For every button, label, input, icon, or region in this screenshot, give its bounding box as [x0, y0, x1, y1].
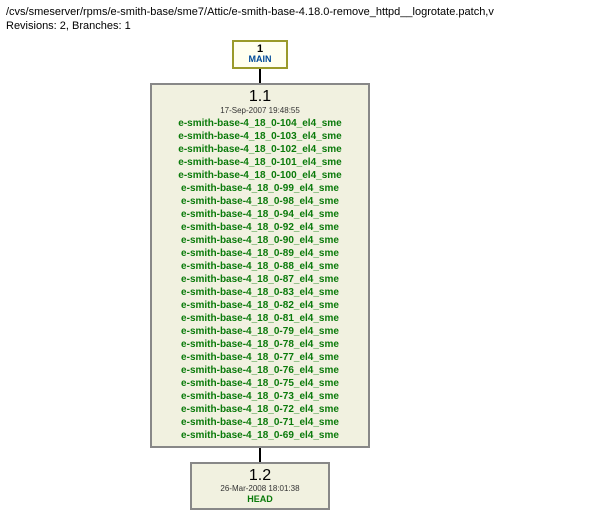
revision-tag: e-smith-base-4_18_0-102_el4_sme: [160, 143, 360, 156]
revision-1-2-head-label: HEAD: [200, 495, 320, 504]
header-path: /cvs/smeserver/rpms/e-smith-base/sme7/At…: [6, 6, 584, 18]
revision-tag: e-smith-base-4_18_0-94_el4_sme: [160, 208, 360, 221]
revision-1-1-box[interactable]: 1.1 17-Sep-2007 19:48:55 e-smith-base-4_…: [150, 83, 370, 448]
revision-tag: e-smith-base-4_18_0-75_el4_sme: [160, 377, 360, 390]
revision-tag: e-smith-base-4_18_0-101_el4_sme: [160, 156, 360, 169]
revision-tag: e-smith-base-4_18_0-104_el4_sme: [160, 117, 360, 130]
revision-1-2-box[interactable]: 1.2 26-Mar-2008 18:01:38 HEAD: [190, 462, 330, 511]
revision-tag: e-smith-base-4_18_0-83_el4_sme: [160, 286, 360, 299]
revision-tag: e-smith-base-4_18_0-98_el4_sme: [160, 195, 360, 208]
revision-tag: e-smith-base-4_18_0-103_el4_sme: [160, 130, 360, 143]
revision-tag: e-smith-base-4_18_0-69_el4_sme: [160, 429, 360, 442]
revision-1-1-title: 1.1: [160, 88, 360, 106]
revision-tag: e-smith-base-4_18_0-73_el4_sme: [160, 390, 360, 403]
revision-tag: e-smith-base-4_18_0-79_el4_sme: [160, 325, 360, 338]
revision-tag: e-smith-base-4_18_0-72_el4_sme: [160, 403, 360, 416]
revision-tag: e-smith-base-4_18_0-88_el4_sme: [160, 260, 360, 273]
revision-tag: e-smith-base-4_18_0-90_el4_sme: [160, 234, 360, 247]
revision-diagram: 1 MAIN 1.1 17-Sep-2007 19:48:55 e-smith-…: [110, 40, 410, 510]
revision-tag: e-smith-base-4_18_0-77_el4_sme: [160, 351, 360, 364]
revision-tag: e-smith-base-4_18_0-82_el4_sme: [160, 299, 360, 312]
revision-tag: e-smith-base-4_18_0-100_el4_sme: [160, 169, 360, 182]
revision-tag: e-smith-base-4_18_0-78_el4_sme: [160, 338, 360, 351]
branch-main-label: MAIN: [240, 55, 280, 64]
revision-tag: e-smith-base-4_18_0-71_el4_sme: [160, 416, 360, 429]
revision-tag: e-smith-base-4_18_0-99_el4_sme: [160, 182, 360, 195]
connector-line: [259, 448, 261, 462]
header-revisions: Revisions: 2, Branches: 1: [6, 20, 584, 32]
revision-tag: e-smith-base-4_18_0-87_el4_sme: [160, 273, 360, 286]
revision-1-2-date: 26-Mar-2008 18:01:38: [200, 484, 320, 493]
revision-1-1-date: 17-Sep-2007 19:48:55: [160, 106, 360, 115]
revision-tag: e-smith-base-4_18_0-76_el4_sme: [160, 364, 360, 377]
connector-line: [259, 69, 261, 83]
revision-tag: e-smith-base-4_18_0-81_el4_sme: [160, 312, 360, 325]
revision-1-2-title: 1.2: [200, 467, 320, 485]
revision-tag: e-smith-base-4_18_0-92_el4_sme: [160, 221, 360, 234]
revision-tag: e-smith-base-4_18_0-89_el4_sme: [160, 247, 360, 260]
revision-1-1-tags: e-smith-base-4_18_0-104_el4_smee-smith-b…: [160, 117, 360, 442]
branch-main-box[interactable]: 1 MAIN: [232, 40, 288, 69]
